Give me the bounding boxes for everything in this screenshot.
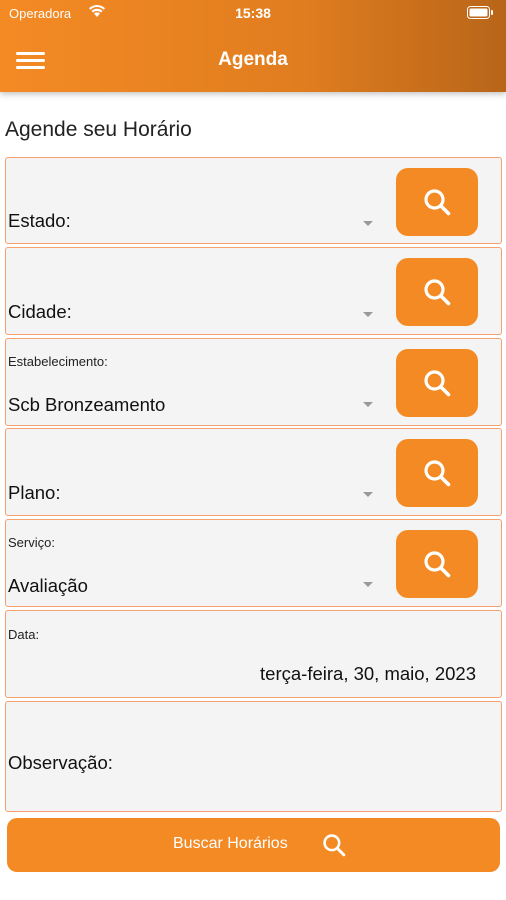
- buscar-horarios-button[interactable]: Buscar Horários: [7, 818, 500, 872]
- estabelecimento-value: Scb Bronzeamento: [8, 394, 166, 415]
- cidade-label: Cidade:: [8, 301, 72, 322]
- status-time: 15:38: [235, 5, 271, 21]
- search-icon: [323, 834, 346, 857]
- chevron-down-icon[interactable]: [363, 221, 373, 226]
- estabelecimento-search-button[interactable]: [396, 349, 478, 417]
- servico-search-button[interactable]: [396, 530, 478, 598]
- chevron-down-icon[interactable]: [363, 402, 373, 407]
- estado-search-button[interactable]: [396, 168, 478, 236]
- chevron-down-icon[interactable]: [363, 312, 373, 317]
- date-value[interactable]: terça-feira, 30, maio, 2023: [260, 663, 476, 685]
- status-bar: Operadora 15:38: [0, 0, 506, 28]
- estado-label: Estado:: [8, 210, 71, 231]
- observacao-field[interactable]: Observação:: [5, 701, 502, 812]
- search-icon: [424, 189, 451, 216]
- servico-field[interactable]: Serviço: Avaliação: [5, 519, 502, 607]
- search-icon: [424, 370, 451, 397]
- plano-field[interactable]: Plano:: [5, 428, 502, 516]
- header-title: Agenda: [218, 49, 288, 70]
- data-field[interactable]: Data: terça-feira, 30, maio, 2023: [5, 610, 502, 698]
- search-icon: [424, 279, 451, 306]
- chevron-down-icon[interactable]: [363, 492, 373, 497]
- chevron-down-icon[interactable]: [363, 582, 373, 587]
- search-icon: [424, 460, 451, 487]
- plano-label: Plano:: [8, 482, 61, 503]
- app-header: Operadora 15:38 Agenda: [0, 0, 506, 92]
- servico-label: Serviço:: [8, 535, 55, 550]
- estabelecimento-label: Estabelecimento:: [8, 354, 108, 369]
- page-title: Agende seu Horário: [5, 118, 192, 141]
- plano-search-button[interactable]: [396, 439, 478, 507]
- cidade-field[interactable]: Cidade:: [5, 247, 502, 335]
- estabelecimento-field[interactable]: Estabelecimento: Scb Bronzeamento: [5, 338, 502, 426]
- observacao-label: Observação:: [8, 752, 113, 773]
- estado-field[interactable]: Estado:: [5, 157, 502, 244]
- search-icon: [424, 551, 451, 578]
- battery-icon: [467, 6, 493, 19]
- data-label: Data:: [8, 627, 40, 642]
- buscar-horarios-label: Buscar Horários: [173, 835, 288, 852]
- cidade-search-button[interactable]: [396, 258, 478, 326]
- servico-value: Avaliação: [8, 575, 88, 596]
